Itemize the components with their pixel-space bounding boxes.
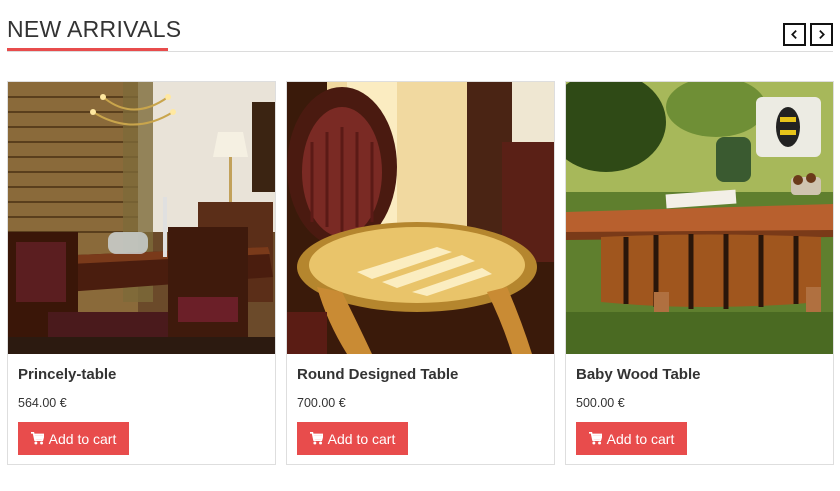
chevron-left-icon [791,30,797,39]
add-to-cart-label: Add to cart [327,430,396,447]
cart-icon [30,432,44,445]
product-image-round-table[interactable] [287,82,554,354]
title-underline [7,48,168,51]
product-name[interactable]: Baby Wood Table [576,366,700,383]
carousel-next-button[interactable] [810,23,833,46]
carousel-nav [783,23,833,46]
cart-icon [588,432,602,445]
product-card: Baby Wood Table 500.00 € Add to cart [565,81,834,465]
product-image-dining-room[interactable] [8,82,275,354]
product-list: Princely-table 564.00 € Add to cart Roun… [7,81,835,465]
product-name[interactable]: Round Designed Table [297,366,458,383]
product-price: 500.00 € [576,396,625,410]
add-to-cart-label: Add to cart [48,430,117,447]
add-to-cart-label: Add to cart [606,430,675,447]
product-card: Round Designed Table 700.00 € Add to car… [286,81,555,465]
section-title: NEW ARRIVALS [7,16,182,42]
cart-icon [309,432,323,445]
section-header: NEW ARRIVALS [7,0,833,52]
chevron-right-icon [819,30,825,39]
product-card: Princely-table 564.00 € Add to cart [7,81,276,465]
product-name[interactable]: Princely-table [18,366,116,383]
add-to-cart-button[interactable]: Add to cart [576,422,687,455]
add-to-cart-button[interactable]: Add to cart [18,422,129,455]
product-image-barrel-table[interactable] [566,82,833,354]
add-to-cart-button[interactable]: Add to cart [297,422,408,455]
carousel-prev-button[interactable] [783,23,806,46]
product-price: 564.00 € [18,396,67,410]
product-price: 700.00 € [297,396,346,410]
